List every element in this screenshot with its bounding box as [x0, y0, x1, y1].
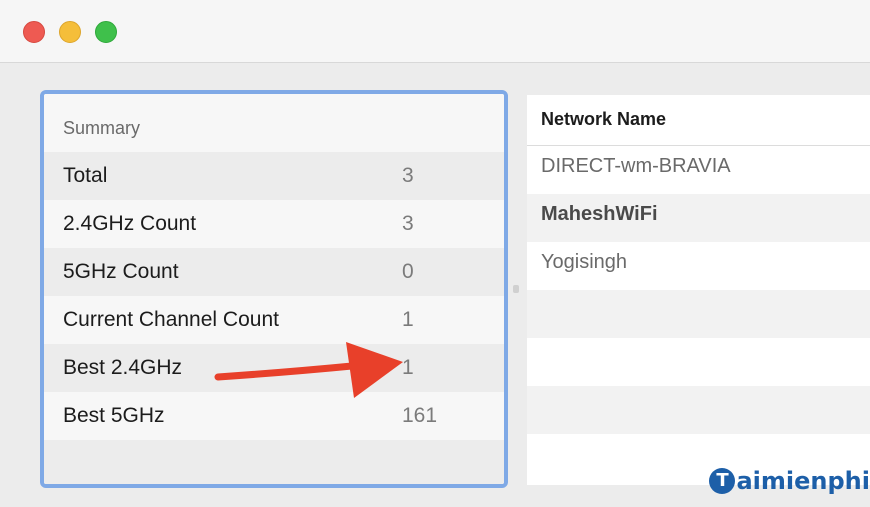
- summary-table[interactable]: Summary Total 3 2.4GHz Count 3 5GHz Coun…: [40, 90, 508, 488]
- network-table[interactable]: Network Name DIRECT-wm-BRAVIA MaheshWiFi…: [527, 95, 870, 485]
- summary-row-value: 1: [402, 356, 414, 379]
- network-row-empty: [527, 290, 870, 338]
- watermark-logo: Taimienphi: [705, 466, 870, 507]
- summary-row-empty: [44, 440, 504, 484]
- watermark-text: aimienphi: [736, 467, 870, 495]
- network-name: MaheshWiFi: [541, 203, 658, 225]
- summary-row-label: Best 2.4GHz: [63, 356, 183, 379]
- summary-row-24ghz-count[interactable]: 2.4GHz Count 3: [44, 200, 504, 248]
- summary-header-label: Summary: [63, 118, 141, 138]
- summary-row-value: 0: [402, 260, 414, 283]
- network-name-header-label: Network Name: [541, 109, 667, 129]
- summary-row-value: 3: [402, 164, 414, 187]
- app-window: Summary Total 3 2.4GHz Count 3 5GHz Coun…: [0, 0, 870, 507]
- minimize-window-button[interactable]: [59, 21, 81, 43]
- network-row-empty: [527, 386, 870, 434]
- network-row[interactable]: Yogisingh: [527, 242, 870, 290]
- network-row-empty: [527, 338, 870, 386]
- summary-row-value: 161: [402, 404, 438, 427]
- maximize-window-button[interactable]: [95, 21, 117, 43]
- summary-row-total[interactable]: Total 3: [44, 152, 504, 200]
- summary-header[interactable]: Summary: [44, 94, 504, 152]
- summary-row-label: 5GHz Count: [63, 260, 179, 283]
- summary-row-5ghz-count[interactable]: 5GHz Count 0: [44, 248, 504, 296]
- network-name: Yogisingh: [541, 251, 628, 273]
- summary-row-label: Current Channel Count: [63, 308, 279, 331]
- split-view-divider-handle[interactable]: [513, 285, 519, 293]
- summary-row-label: Best 5GHz: [63, 404, 165, 427]
- watermark-logo-icon: T: [709, 468, 736, 494]
- summary-row-best-24ghz[interactable]: Best 2.4GHz 1: [44, 344, 504, 392]
- title-bar: [0, 0, 870, 63]
- summary-row-current-channel-count[interactable]: Current Channel Count 1: [44, 296, 504, 344]
- network-name: DIRECT-wm-BRAVIA: [541, 155, 731, 177]
- close-window-button[interactable]: [23, 21, 45, 43]
- summary-row-value: 3: [402, 212, 414, 235]
- summary-row-value: 1: [402, 308, 414, 331]
- summary-row-label: Total: [63, 164, 108, 187]
- network-row[interactable]: MaheshWiFi: [527, 194, 870, 242]
- network-name-column-header[interactable]: Network Name: [527, 95, 870, 146]
- summary-row-best-5ghz[interactable]: Best 5GHz 161: [44, 392, 504, 440]
- summary-row-label: 2.4GHz Count: [63, 212, 197, 235]
- network-row[interactable]: DIRECT-wm-BRAVIA: [527, 146, 870, 194]
